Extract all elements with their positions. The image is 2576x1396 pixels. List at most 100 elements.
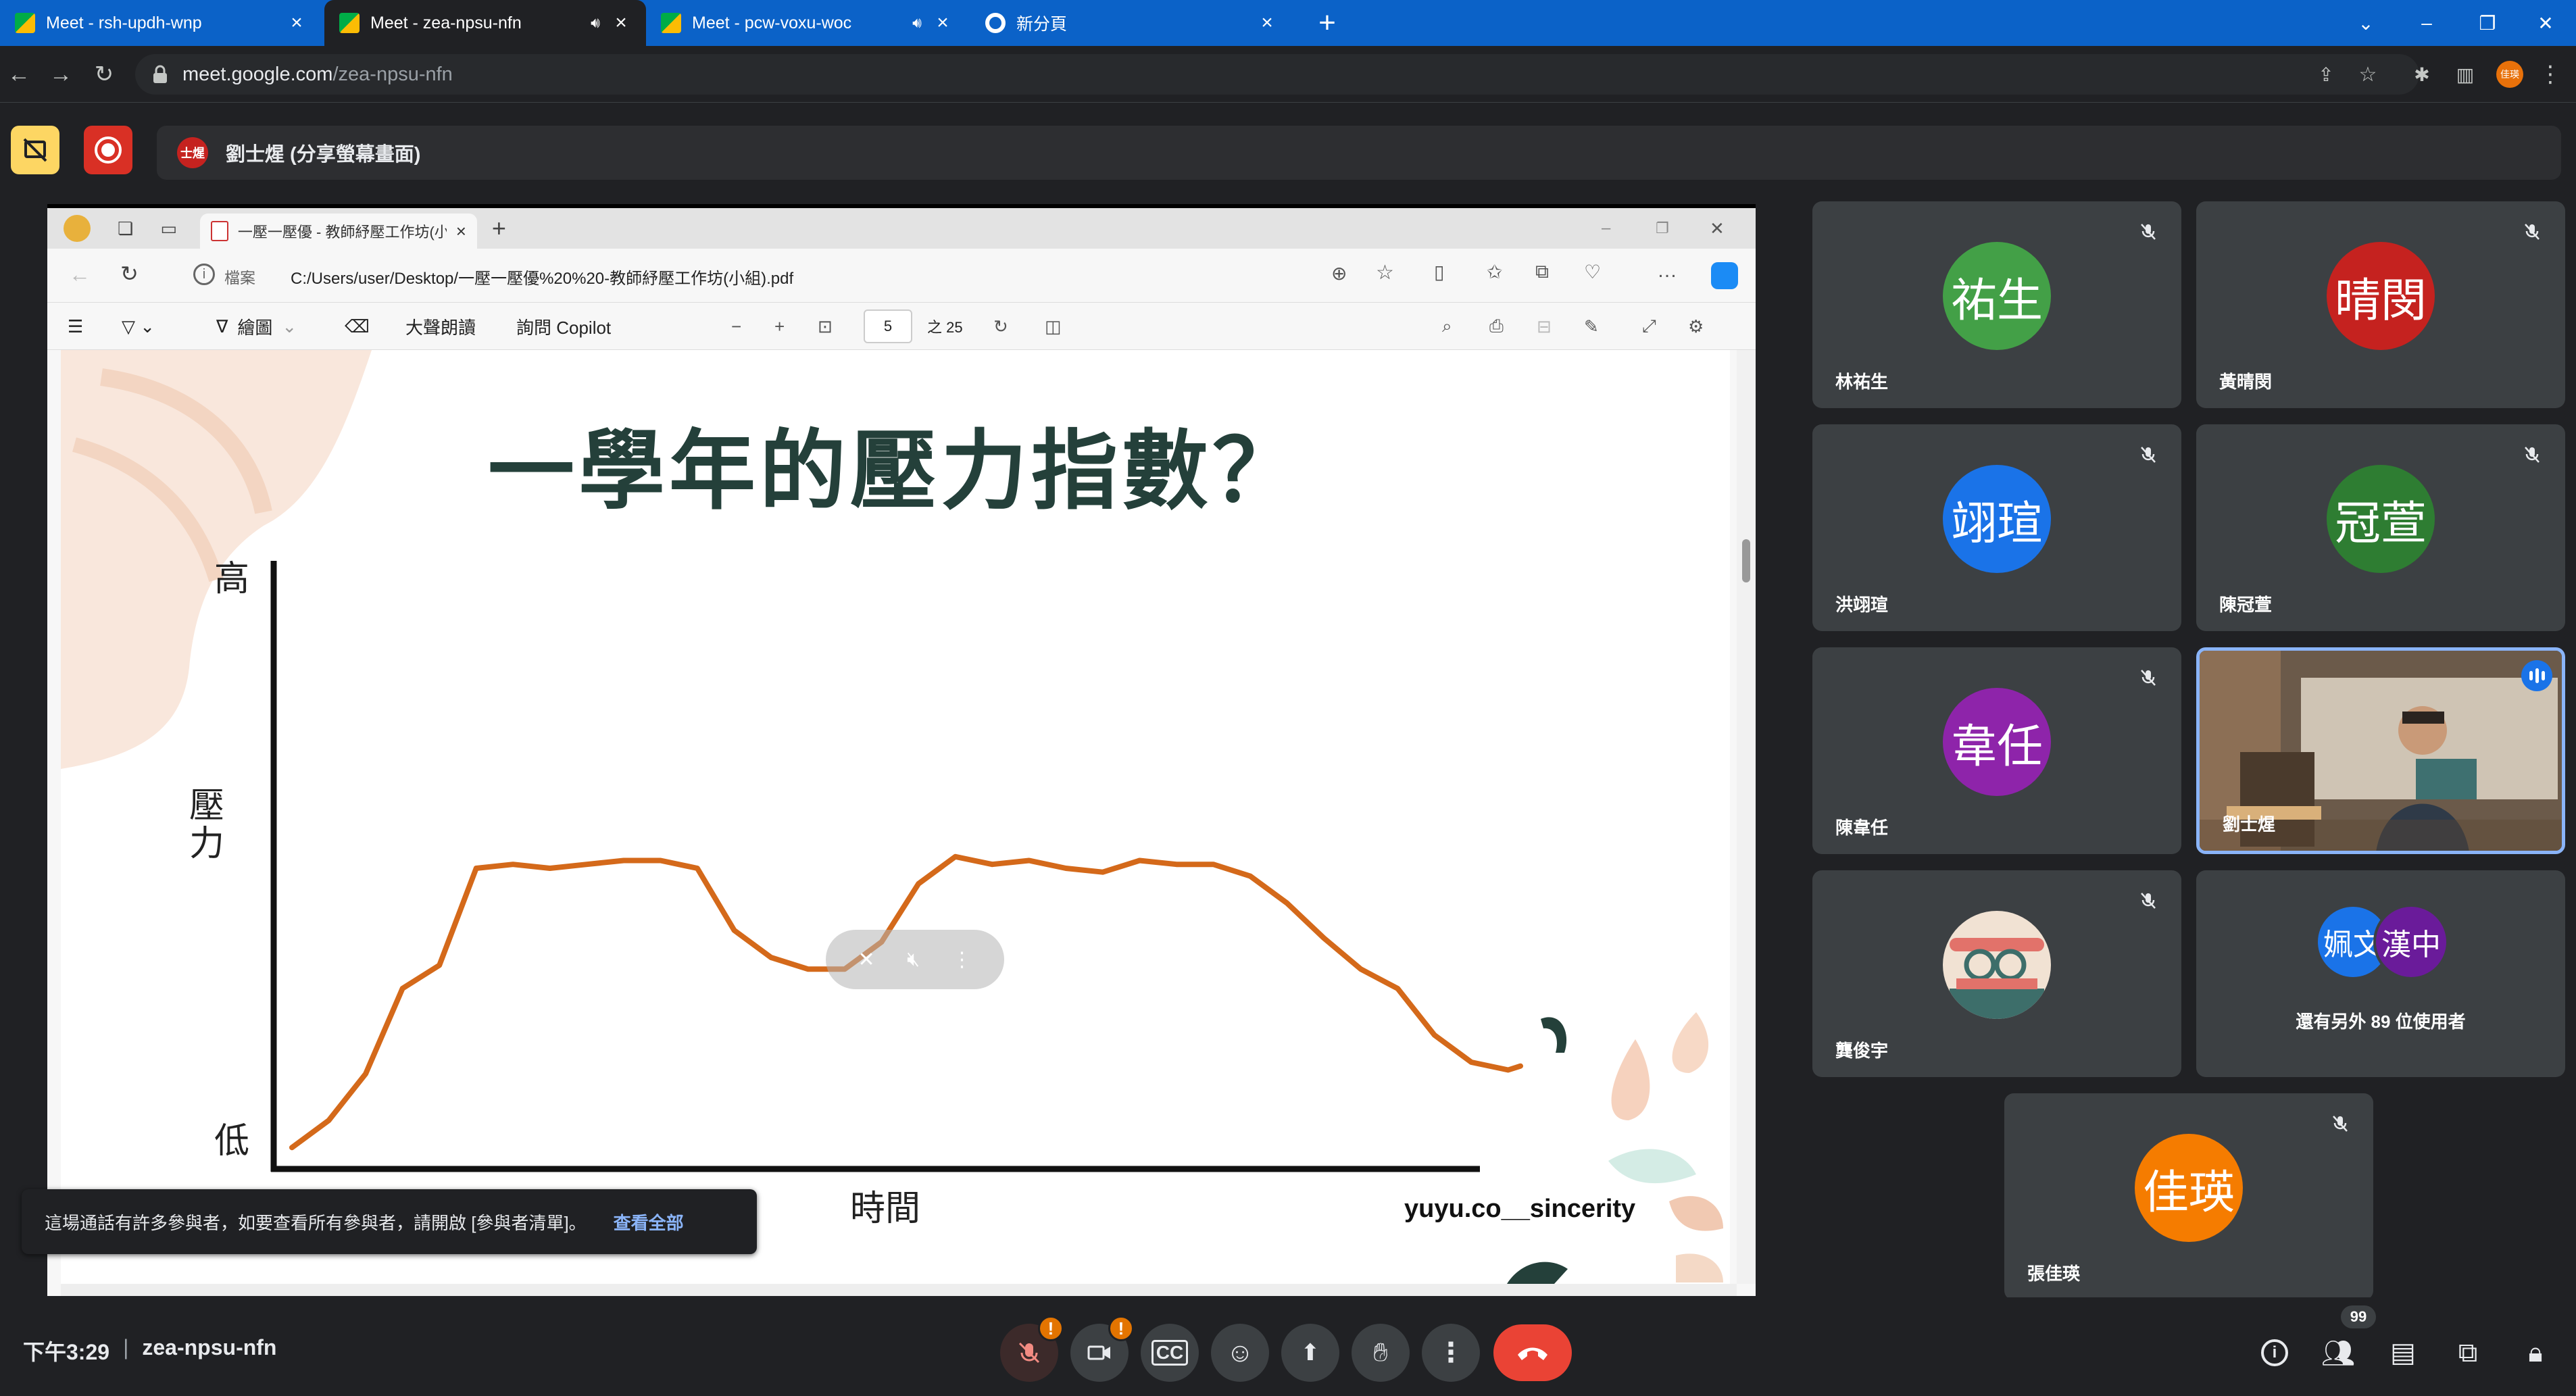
speaker-off-icon[interactable]: 🔇︎	[907, 948, 920, 971]
clock-time: 下午3:29	[23, 1340, 110, 1364]
presenter-overlay-controls: ✕ 🔇︎ ⋮	[826, 930, 1004, 989]
favorites-icon[interactable]: ✩	[1487, 261, 1502, 283]
reload-button[interactable]: ↻	[120, 261, 139, 286]
forward-button[interactable]: →	[46, 59, 76, 89]
workspaces-icon[interactable]: ❏	[118, 218, 133, 239]
participant-tile[interactable]: 龔俊宇	[1812, 870, 2181, 1077]
toast-notification: 這場通話有許多參與者，如要查看所有參與者，請開啟 [參與者清單]。 查看全部	[22, 1189, 757, 1254]
print-icon[interactable]: ⎙	[1489, 303, 1504, 350]
minimize-button[interactable]: –	[1602, 219, 1610, 238]
chat-button[interactable]: ▤	[2383, 1332, 2423, 1373]
zoom-icon[interactable]: ⊕	[1331, 262, 1347, 284]
hide-self-view-button[interactable]	[11, 126, 59, 174]
profile-avatar[interactable]: 佳瑛	[2496, 61, 2523, 88]
reading-view-icon[interactable]: ▯	[1434, 261, 1444, 283]
extensions-icon[interactable]: ✱	[2407, 59, 2437, 89]
horizontal-scrollbar[interactable]	[61, 1284, 1737, 1296]
file-path[interactable]: C:/Users/user/Desktop/一壓一壓優%20%20-教師紓壓工作…	[291, 265, 793, 289]
back-button[interactable]: ←	[4, 59, 34, 89]
participant-tile[interactable]: 祐生 林祐生	[1812, 201, 2181, 408]
new-tab-button[interactable]: +	[1308, 4, 1346, 42]
data-point	[1211, 862, 1216, 867]
raise-hand-button[interactable]: ✋︎	[1352, 1324, 1410, 1382]
search-icon[interactable]: ⌕	[1442, 303, 1452, 350]
edge-tab[interactable]: 一壓一壓優 - 教師紓壓工作坊(小組 ×	[199, 214, 477, 249]
fullscreen-icon[interactable]: ⤢	[1642, 303, 1656, 350]
contents-icon[interactable]: ☰	[68, 303, 83, 350]
zoom-in-button[interactable]: +	[774, 303, 785, 350]
favorite-star-icon[interactable]: ☆	[1376, 261, 1394, 284]
close-icon[interactable]: ×	[1257, 11, 1277, 34]
camera-toggle-button[interactable]: !	[1070, 1316, 1134, 1382]
highlight-icon[interactable]: ▽ ⌄	[122, 303, 155, 350]
restore-button[interactable]: ❐	[1656, 220, 1669, 237]
lock-icon[interactable]	[151, 65, 169, 84]
leave-call-button[interactable]	[1493, 1324, 1572, 1381]
reactions-button[interactable]: ☺	[1211, 1324, 1269, 1382]
reload-button[interactable]: ↻	[89, 59, 119, 89]
present-now-button[interactable]: ⬆	[1281, 1324, 1339, 1382]
menu-kebab-icon[interactable]: ⋮	[2535, 59, 2565, 89]
fit-page-icon[interactable]: ⊡	[818, 303, 833, 350]
speaker-icon[interactable]: 🔊︎	[912, 14, 922, 32]
new-tab-button[interactable]: +	[492, 214, 506, 243]
copilot-icon[interactable]	[1711, 262, 1738, 289]
save-icon[interactable]: ⊟	[1537, 303, 1552, 350]
browser-tab[interactable]: Meet - pcw-voxu-woc 🔊︎ ×	[646, 0, 968, 46]
browser-tab-active[interactable]: Meet - zea-npsu-nfn 🔊︎ ×	[324, 0, 646, 46]
mic-off-icon[interactable]: ✕	[858, 948, 874, 972]
participant-tile[interactable]: 翊瑄 洪翊瑄	[1812, 424, 2181, 631]
tab-actions-icon[interactable]: ▭	[160, 218, 177, 239]
minimize-button[interactable]: –	[2396, 0, 2457, 46]
mic-toggle-button[interactable]: !	[1000, 1316, 1064, 1382]
close-icon[interactable]: ×	[287, 11, 307, 34]
rotate-icon[interactable]: ↻	[993, 303, 1008, 350]
share-icon[interactable]: ⇪	[2311, 59, 2341, 89]
more-vert-icon[interactable]: ⋮	[952, 948, 972, 972]
side-panel-icon[interactable]: ▥	[2450, 59, 2480, 89]
save-as-icon[interactable]: ✎	[1584, 303, 1599, 350]
zoom-out-button[interactable]: −	[731, 303, 741, 350]
window-close-button[interactable]: ✕	[1710, 218, 1725, 239]
more-options-button[interactable]: ⋮	[1422, 1324, 1480, 1382]
browser-tab[interactable]: Meet - rsh-updh-wnp ×	[0, 0, 322, 46]
close-icon[interactable]: ×	[611, 11, 631, 34]
browser-tab[interactable]: 新分頁 ×	[970, 0, 1292, 46]
host-controls-button[interactable]: 🔒︎	[2515, 1332, 2556, 1373]
participant-tile[interactable]: 冠萱 陳冠萱	[2196, 424, 2565, 631]
ask-copilot-button[interactable]: 詢問 Copilot	[516, 303, 611, 350]
read-aloud-button[interactable]: 大聲朗讀	[405, 303, 476, 350]
participant-tile[interactable]: 劉士煋	[2196, 647, 2565, 854]
recording-button[interactable]	[84, 126, 132, 174]
url-input[interactable]: meet.google.com/zea-npsu-nfn	[135, 54, 2419, 95]
participant-tile[interactable]: 佳瑛 張佳瑛	[2004, 1093, 2373, 1300]
info-icon[interactable]: i	[193, 264, 215, 285]
captions-button[interactable]: CC	[1141, 1324, 1199, 1382]
window-close-button[interactable]: ✕	[2515, 0, 2576, 46]
settings-gear-icon[interactable]: ⚙	[1688, 303, 1704, 350]
profile-icon[interactable]	[64, 215, 91, 242]
close-icon[interactable]: ×	[933, 11, 953, 34]
draw-button[interactable]: ∇ 繪圖 ⌄	[216, 303, 297, 350]
participant-tile[interactable]: 晴閔 黃晴閔	[2196, 201, 2565, 408]
scrollbar[interactable]	[1737, 350, 1756, 1284]
bookmark-star-icon[interactable]: ☆	[2353, 59, 2383, 89]
people-button[interactable]: 👥︎	[2318, 1332, 2358, 1373]
speaker-icon[interactable]: 🔊︎	[591, 14, 600, 32]
eraser-icon[interactable]: ⌫	[345, 303, 370, 350]
meeting-details-button[interactable]: i	[2254, 1332, 2295, 1373]
view-all-link[interactable]: 查看全部	[614, 1210, 684, 1235]
more-icon[interactable]: …	[1657, 259, 1677, 282]
activities-button[interactable]: ⧉	[2448, 1332, 2488, 1373]
others-tile[interactable]: 姵文 漢中 還有另外 89 位使用者	[2196, 870, 2565, 1077]
browser-essentials-icon[interactable]: ♡	[1584, 261, 1601, 283]
page-view-icon[interactable]: ◫	[1045, 303, 1062, 350]
collections-icon[interactable]: ⧉	[1535, 261, 1549, 283]
participant-tile[interactable]: 韋任 陳韋任	[1812, 647, 2181, 854]
scrollbar-thumb[interactable]	[1742, 539, 1750, 582]
restore-button[interactable]: ❐	[2457, 0, 2518, 46]
page-number-input[interactable]: 5	[864, 309, 912, 343]
tab-search-button[interactable]: ⌄	[2335, 0, 2396, 46]
back-button[interactable]: ←	[69, 262, 91, 287]
close-icon[interactable]: ×	[456, 221, 466, 242]
